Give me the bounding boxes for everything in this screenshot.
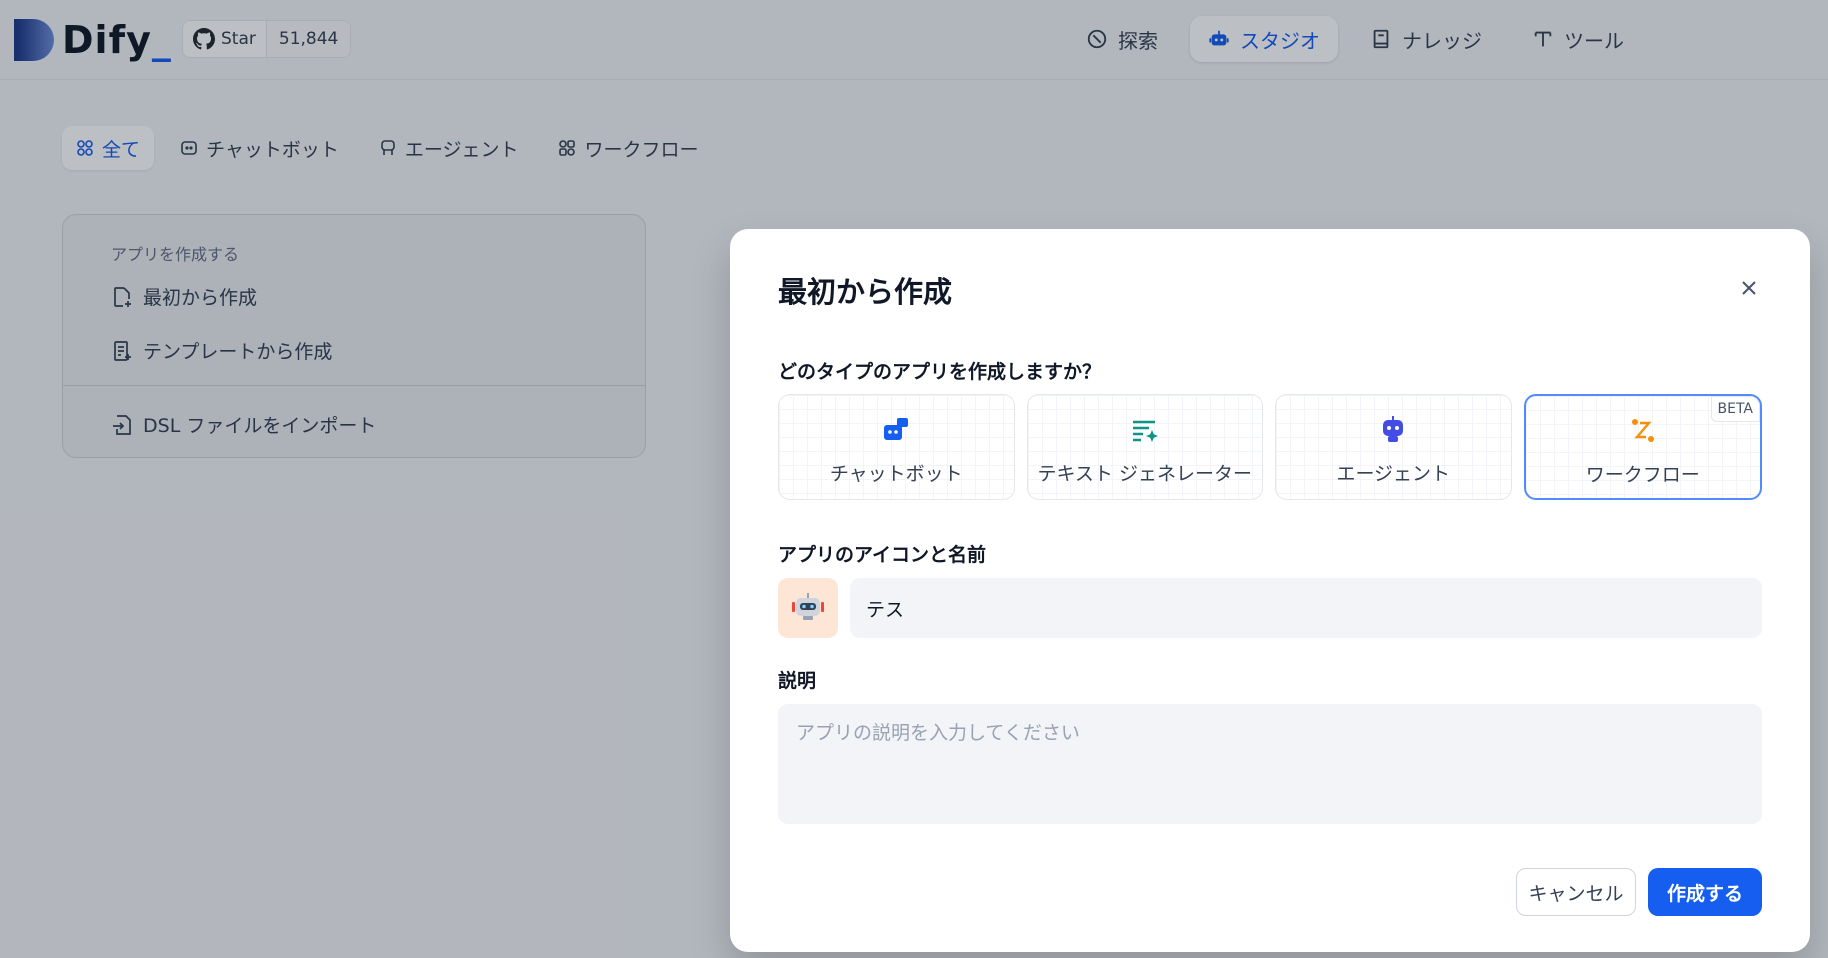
type-text-generator-label: テキスト ジェネレーター <box>1037 463 1252 485</box>
cancel-button[interactable]: キャンセル <box>1516 868 1636 916</box>
app-type-selector: チャットボット テキスト ジェネレーター エージェント ワークフロー BETA <box>778 394 1762 500</box>
modal-title: 最初から作成 <box>778 275 953 309</box>
type-chatbot[interactable]: チャットボット <box>778 394 1015 500</box>
description-input[interactable] <box>778 704 1762 824</box>
type-agent[interactable]: エージェント <box>1275 394 1512 500</box>
app-icon-picker[interactable] <box>778 578 838 638</box>
create-app-modal: 最初から作成 どのタイプのアプリを作成しますか？ チャットボット テキスト ジェ… <box>730 229 1810 952</box>
chatbot-icon <box>884 418 909 440</box>
description-label: 説明 <box>778 670 817 692</box>
name-label: アプリのアイコンと名前 <box>778 544 987 566</box>
create-button[interactable]: 作成する <box>1648 868 1762 916</box>
text-generator-icon <box>1132 420 1158 442</box>
agent-icon <box>1383 416 1404 442</box>
close-icon[interactable] <box>1738 277 1760 299</box>
type-workflow[interactable]: ワークフロー BETA <box>1523 394 1762 500</box>
app-name-input[interactable] <box>850 578 1762 638</box>
type-text-generator[interactable]: テキスト ジェネレーター <box>1026 394 1263 500</box>
robot-emoji-icon <box>792 593 824 620</box>
beta-badge: BETA <box>1710 396 1760 422</box>
app-type-question: どのタイプのアプリを作成しますか？ <box>778 361 1102 383</box>
type-workflow-label: ワークフロー <box>1585 464 1700 486</box>
workflow-icon <box>1631 419 1654 442</box>
type-agent-label: エージェント <box>1336 463 1451 485</box>
type-chatbot-label: チャットボット <box>829 463 963 485</box>
